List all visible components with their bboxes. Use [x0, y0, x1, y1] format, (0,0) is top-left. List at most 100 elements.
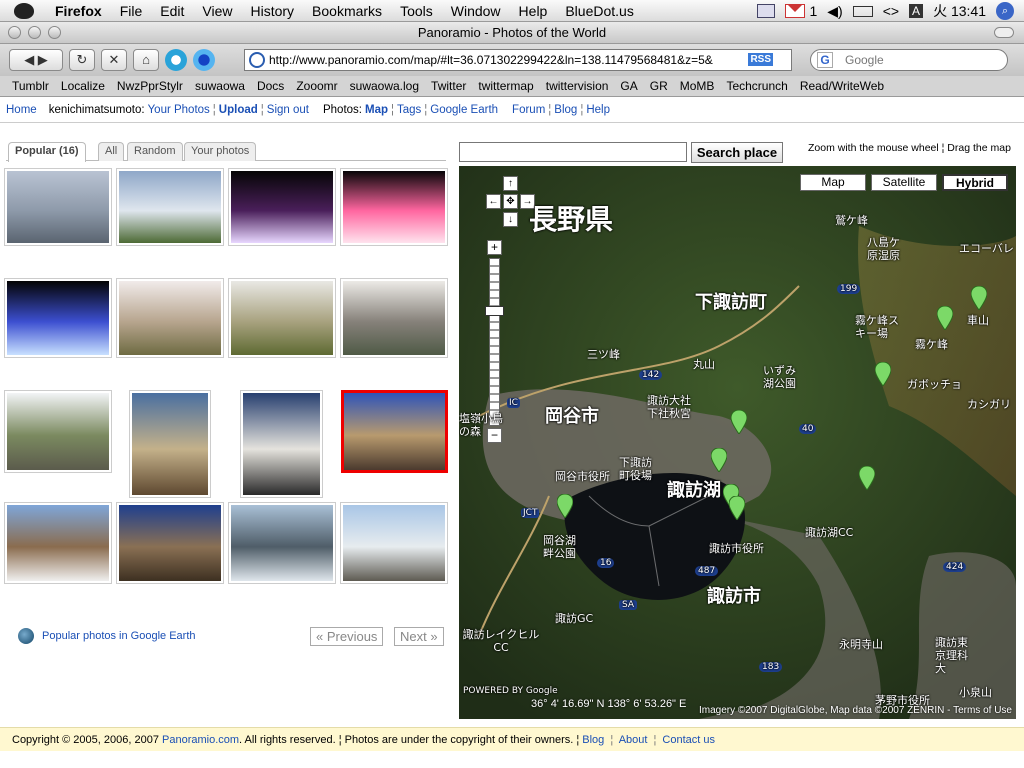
pan-up-icon[interactable]: ↑	[503, 176, 518, 191]
previous-button[interactable]: « Previous	[310, 627, 384, 646]
footer-contact-link[interactable]: Contact us	[662, 734, 715, 746]
arrows-icon[interactable]: <>	[883, 3, 899, 19]
bookmark-item[interactable]: Tumblr	[12, 79, 49, 93]
home-icon[interactable]: ⌂	[133, 49, 159, 71]
bookmark-item[interactable]: GR	[650, 79, 668, 93]
apple-logo-icon[interactable]	[14, 2, 34, 19]
menu-app-name[interactable]: Firefox	[46, 0, 111, 22]
map-link[interactable]: Map	[365, 104, 388, 116]
zoom-slider[interactable]	[489, 258, 500, 426]
panoramio-link[interactable]: Panoramio.com	[162, 734, 239, 746]
google-icon[interactable]: G	[817, 52, 833, 68]
menu-edit[interactable]: Edit	[151, 0, 193, 22]
calendar-icon[interactable]	[757, 4, 776, 18]
photo-thumbnail[interactable]	[228, 278, 336, 358]
minimize-window-icon[interactable]	[28, 26, 41, 39]
menu-tools[interactable]: Tools	[391, 0, 442, 22]
photo-thumbnail[interactable]	[4, 168, 112, 246]
photo-thumbnail[interactable]	[228, 502, 336, 584]
photo-marker-icon[interactable]	[859, 466, 875, 490]
blog-link[interactable]: Blog	[554, 104, 577, 116]
map-view[interactable]: ↑ ← ✥ → ↓ + − Map Satellite Hybrid 長野県 下…	[459, 166, 1016, 719]
bookmark-item[interactable]: suwaowa.log	[350, 79, 419, 93]
photo-marker-icon[interactable]	[875, 362, 891, 386]
pan-center-icon[interactable]: ✥	[503, 194, 518, 209]
zoom-in-icon[interactable]: +	[487, 240, 502, 255]
input-menu-icon[interactable]: A	[909, 4, 924, 18]
tags-link[interactable]: Tags	[397, 104, 421, 116]
bookmark-item[interactable]: suwaowa	[195, 79, 245, 93]
bookmark-item[interactable]: GA	[620, 79, 637, 93]
photo-thumbnail[interactable]	[116, 168, 224, 246]
url-bar[interactable]: http://www.panoramio.com/map/#lt=36.0713…	[244, 49, 792, 71]
photo-thumbnail[interactable]	[340, 168, 448, 246]
footer-about-link[interactable]: About	[619, 734, 648, 746]
search-input[interactable]: G Google	[810, 49, 1008, 71]
menu-bluedot[interactable]: BlueDot.us	[556, 0, 642, 22]
help-link[interactable]: Help	[586, 104, 610, 116]
photo-thumbnail[interactable]	[340, 278, 448, 358]
footer-blog-link[interactable]: Blog	[582, 734, 604, 746]
search-place-button[interactable]: Search place	[691, 142, 783, 163]
map-type-hybrid[interactable]: Hybrid	[942, 174, 1008, 191]
photo-marker-icon[interactable]	[971, 286, 987, 310]
photo-marker-icon[interactable]	[711, 448, 727, 472]
tab-popular[interactable]: Popular (16)	[8, 142, 86, 162]
pan-down-icon[interactable]: ↓	[503, 212, 518, 227]
map-type-map[interactable]: Map	[800, 174, 866, 191]
clock[interactable]: 火 13:41	[933, 1, 986, 21]
bookmark-item[interactable]: twittermap	[478, 79, 533, 93]
menu-bookmarks[interactable]: Bookmarks	[303, 0, 391, 22]
your-photos-link[interactable]: Your Photos	[148, 104, 210, 116]
photo-marker-icon[interactable]	[729, 496, 745, 520]
photo-thumbnail[interactable]	[116, 502, 224, 584]
bookmark-item[interactable]: twittervision	[546, 79, 609, 93]
user-profile-icon[interactable]	[165, 49, 187, 71]
photo-thumbnail[interactable]	[240, 390, 323, 498]
close-window-icon[interactable]	[8, 26, 21, 39]
search-place-input[interactable]	[459, 142, 687, 162]
menu-history[interactable]: History	[241, 0, 303, 22]
bookmark-item[interactable]: Zooomr	[296, 79, 337, 93]
photo-thumbnail[interactable]	[129, 390, 211, 498]
bookmark-item[interactable]: Read/WriteWeb	[800, 79, 884, 93]
photo-thumbnail[interactable]	[228, 168, 336, 246]
photo-thumbnail[interactable]	[116, 278, 224, 358]
bookmark-item[interactable]: Docs	[257, 79, 284, 93]
zoom-window-icon[interactable]	[48, 26, 61, 39]
rss-icon[interactable]: RSS	[748, 53, 773, 66]
battery-icon[interactable]	[852, 5, 873, 17]
photo-thumbnail[interactable]	[4, 278, 112, 358]
forum-link[interactable]: Forum	[512, 104, 545, 116]
bookmark-item[interactable]: MoMB	[680, 79, 715, 93]
photo-thumbnail-selected[interactable]	[341, 390, 448, 473]
sign-out-link[interactable]: Sign out	[267, 104, 309, 116]
menu-help[interactable]: Help	[510, 0, 557, 22]
home-link[interactable]: Home	[6, 104, 37, 116]
gmail-icon[interactable]	[785, 4, 806, 18]
photo-thumbnail[interactable]	[340, 502, 448, 584]
google-earth-icon[interactable]	[18, 628, 34, 644]
menu-view[interactable]: View	[193, 0, 241, 22]
bookmark-item[interactable]: NwzPprStylr	[117, 79, 183, 93]
volume-icon[interactable]: ◀)	[827, 3, 842, 20]
bluedot-icon[interactable]	[193, 49, 215, 71]
back-forward-button[interactable]: ◀ ▶	[9, 49, 63, 71]
reload-icon[interactable]: ↻	[69, 49, 95, 71]
photo-thumbnail[interactable]	[4, 502, 112, 584]
bookmark-item[interactable]: Localize	[61, 79, 105, 93]
pan-left-icon[interactable]: ←	[486, 194, 501, 209]
next-button[interactable]: Next »	[394, 627, 444, 646]
photo-marker-icon[interactable]	[731, 410, 747, 434]
spotlight-icon[interactable]: ⌕	[996, 2, 1014, 20]
zoom-slider-handle[interactable]	[485, 306, 504, 316]
bookmark-item[interactable]: Twitter	[431, 79, 466, 93]
photo-marker-icon[interactable]	[937, 306, 953, 330]
bookmark-item[interactable]: Techcrunch	[726, 79, 787, 93]
photo-thumbnail[interactable]	[4, 390, 112, 473]
stop-icon[interactable]: ✕	[101, 49, 127, 71]
photo-marker-icon[interactable]	[557, 494, 573, 518]
popular-in-earth-link[interactable]: Popular photos in Google Earth	[42, 630, 196, 642]
tab-random[interactable]: Random	[127, 142, 183, 161]
tab-all[interactable]: All	[98, 142, 125, 161]
